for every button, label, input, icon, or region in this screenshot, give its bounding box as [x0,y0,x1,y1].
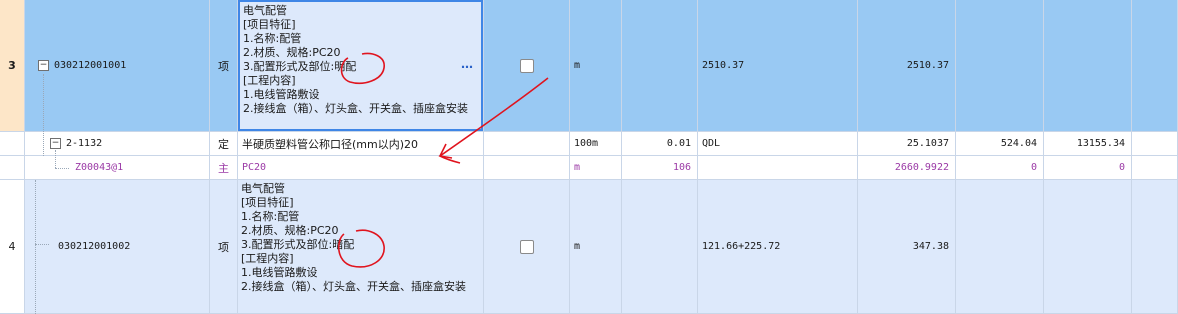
table-row[interactable]: 3 − 030212001001 项 电气配管 [项目特征] 1.名称:配管 2… [0,0,1178,132]
extra-column [1132,180,1178,314]
item-code-cell[interactable]: 030212001002 [25,180,210,314]
bill-of-quantities-grid: 3 − 030212001001 项 电气配管 [项目特征] 1.名称:配管 2… [0,0,1178,314]
item-code: 2-1132 [66,138,103,149]
row-checkbox[interactable] [519,239,534,254]
row-index [0,156,25,180]
collapse-toggle-icon[interactable]: − [38,60,49,71]
item-description: 电气配管 [项目特征] 1.名称:配管 2.材质、规格:PC20 3.配置形式及… [243,4,468,115]
tree-connector [43,74,44,156]
description-cell[interactable]: 电气配管 [项目特征] 1.名称:配管 2.材质、规格:PC20 3.配置形式及… [238,180,484,314]
tree-connector [35,180,36,314]
table-row[interactable]: − 2-1132 定 半硬质塑料管公称口径(mm以内)20 100m 0.01 … [0,132,1178,156]
unit-price [956,180,1044,314]
unit-price: 0 [956,156,1044,180]
total-price: 0 [1044,156,1132,180]
tree-connector [35,244,49,245]
item-type: 定 [210,132,238,156]
quantity: 347.38 [858,180,956,314]
item-code: Z00043@1 [75,162,124,173]
table-row[interactable]: Z00043@1 主 PC20 m 106 2660.9922 0 0 [0,156,1178,180]
unit-price: 524.04 [956,132,1044,156]
item-type: 主 [210,156,238,180]
item-code-cell[interactable]: − 2-1132 [25,132,210,156]
unit: 100m [570,132,622,156]
more-options-icon[interactable]: ⋯ [461,60,473,74]
item-description[interactable]: PC20 [238,156,484,180]
row-index[interactable]: 3 [0,0,25,132]
total-price: 13155.34 [1044,132,1132,156]
quantity-expression[interactable]: 2510.37 [698,0,858,132]
checkbox-cell [484,0,570,132]
checkbox-cell [484,156,570,180]
extra-column [1132,0,1178,132]
item-description: 电气配管 [项目特征] 1.名称:配管 2.材质、规格:PC20 3.配置形式及… [241,182,466,293]
item-description[interactable]: 半硬质塑料管公称口径(mm以内)20 [238,132,484,156]
unit: m [570,156,622,180]
checkbox-cell [484,132,570,156]
row-checkbox[interactable] [519,58,534,73]
unit: m [570,180,622,314]
coefficient [622,0,698,132]
quantity: 2660.9922 [858,156,956,180]
row-index[interactable]: 4 [0,180,25,314]
description-editor[interactable]: 电气配管 [项目特征] 1.名称:配管 2.材质、规格:PC20 3.配置形式及… [238,0,483,131]
item-code-cell[interactable]: − 030212001001 [25,0,210,132]
tree-connector [55,168,69,169]
quantity-expression[interactable]: 121.66+225.72 [698,180,858,314]
item-type: 项 [210,180,238,314]
quantity: 2510.37 [858,0,956,132]
quantity-expression[interactable]: QDL [698,132,858,156]
description-cell[interactable]: 电气配管 [项目特征] 1.名称:配管 2.材质、规格:PC20 3.配置形式及… [238,0,484,132]
item-code: 030212001002 [58,241,131,252]
table-row[interactable]: 4 030212001002 项 电气配管 [项目特征] 1.名称:配管 2.材… [0,180,1178,314]
unit-price [956,0,1044,132]
extra-column [1132,156,1178,180]
tree-connector [55,150,56,168]
checkbox-cell [484,180,570,314]
unit: m [570,0,622,132]
coefficient: 0.01 [622,132,698,156]
extra-column [1132,132,1178,156]
total-price [1044,180,1132,314]
collapse-toggle-icon[interactable]: − [50,138,61,149]
quantity-expression[interactable] [698,156,858,180]
item-type: 项 [210,0,238,132]
total-price [1044,0,1132,132]
coefficient [622,180,698,314]
item-code: 030212001001 [54,60,127,71]
row-index [0,132,25,156]
quantity: 25.1037 [858,132,956,156]
item-code-cell[interactable]: Z00043@1 [25,156,210,180]
coefficient: 106 [622,156,698,180]
